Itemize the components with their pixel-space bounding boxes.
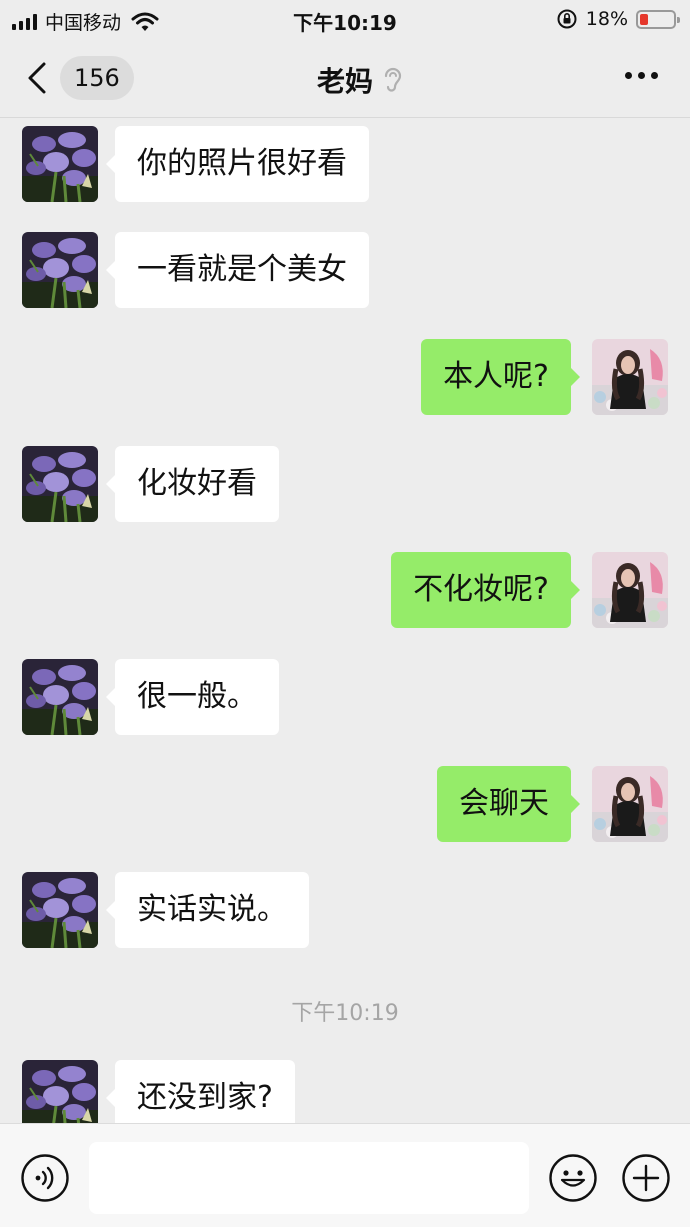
message-bubble[interactable]: 会聊天 [437, 766, 580, 842]
message-row: 你的照片很好看 [0, 126, 690, 202]
message-bubble[interactable]: 实话实说。 [106, 872, 309, 948]
my-avatar[interactable] [592, 766, 668, 842]
input-bar [0, 1123, 690, 1227]
message-timestamp: 下午10:19 [291, 1001, 399, 1026]
message-row: 很一般。 [0, 659, 690, 735]
battery-icon [636, 9, 680, 29]
emoji-icon[interactable] [548, 1153, 598, 1203]
message-row: 本人呢? [0, 339, 690, 415]
message-row: 还没到家? [0, 1060, 690, 1123]
chat-screen: 中国移动 下午10:19 18% 156 老妈 你的照片很好看 一看就是个美女 … [0, 0, 690, 1227]
message-bubble[interactable]: 本人呢? [421, 339, 580, 415]
more-icon[interactable] [625, 72, 658, 79]
message-input[interactable] [89, 1142, 529, 1214]
message-row: 一看就是个美女 [0, 232, 690, 308]
ear-icon [384, 67, 402, 92]
message-bubble[interactable]: 你的照片很好看 [106, 126, 369, 202]
plus-icon[interactable] [621, 1153, 671, 1203]
message-bubble[interactable]: 很一般。 [106, 659, 279, 735]
voice-icon[interactable] [20, 1153, 70, 1203]
my-avatar[interactable] [592, 552, 668, 628]
message-row: 会聊天 [0, 766, 690, 842]
message-bubble[interactable]: 化妆好看 [106, 446, 279, 522]
rotation-lock-icon [557, 9, 577, 29]
mom-avatar[interactable] [22, 232, 98, 308]
message-bubble[interactable]: 不化妆呢? [391, 552, 580, 628]
message-row: 化妆好看 [0, 446, 690, 522]
mom-avatar[interactable] [22, 1060, 98, 1123]
mom-avatar[interactable] [22, 659, 98, 735]
message-row: 实话实说。 [0, 872, 690, 948]
message-bubble[interactable]: 还没到家? [106, 1060, 295, 1123]
mom-avatar[interactable] [22, 872, 98, 948]
chat-title: 老妈 [316, 65, 373, 98]
message-bubble[interactable]: 一看就是个美女 [106, 232, 369, 308]
message-list[interactable]: 你的照片很好看 一看就是个美女 本人呢? 化妆好看 不化妆呢? 很一般。 会聊天 [0, 119, 690, 1123]
message-row: 不化妆呢? [0, 552, 690, 628]
my-avatar[interactable] [592, 339, 668, 415]
status-right: 18% [556, 8, 680, 30]
status-bar: 中国移动 下午10:19 18% [0, 0, 690, 40]
battery-percent: 18% [585, 8, 628, 30]
mom-avatar[interactable] [22, 126, 98, 202]
chat-header: 156 老妈 [0, 40, 690, 118]
battery-fill [640, 13, 648, 25]
mom-avatar[interactable] [22, 446, 98, 522]
